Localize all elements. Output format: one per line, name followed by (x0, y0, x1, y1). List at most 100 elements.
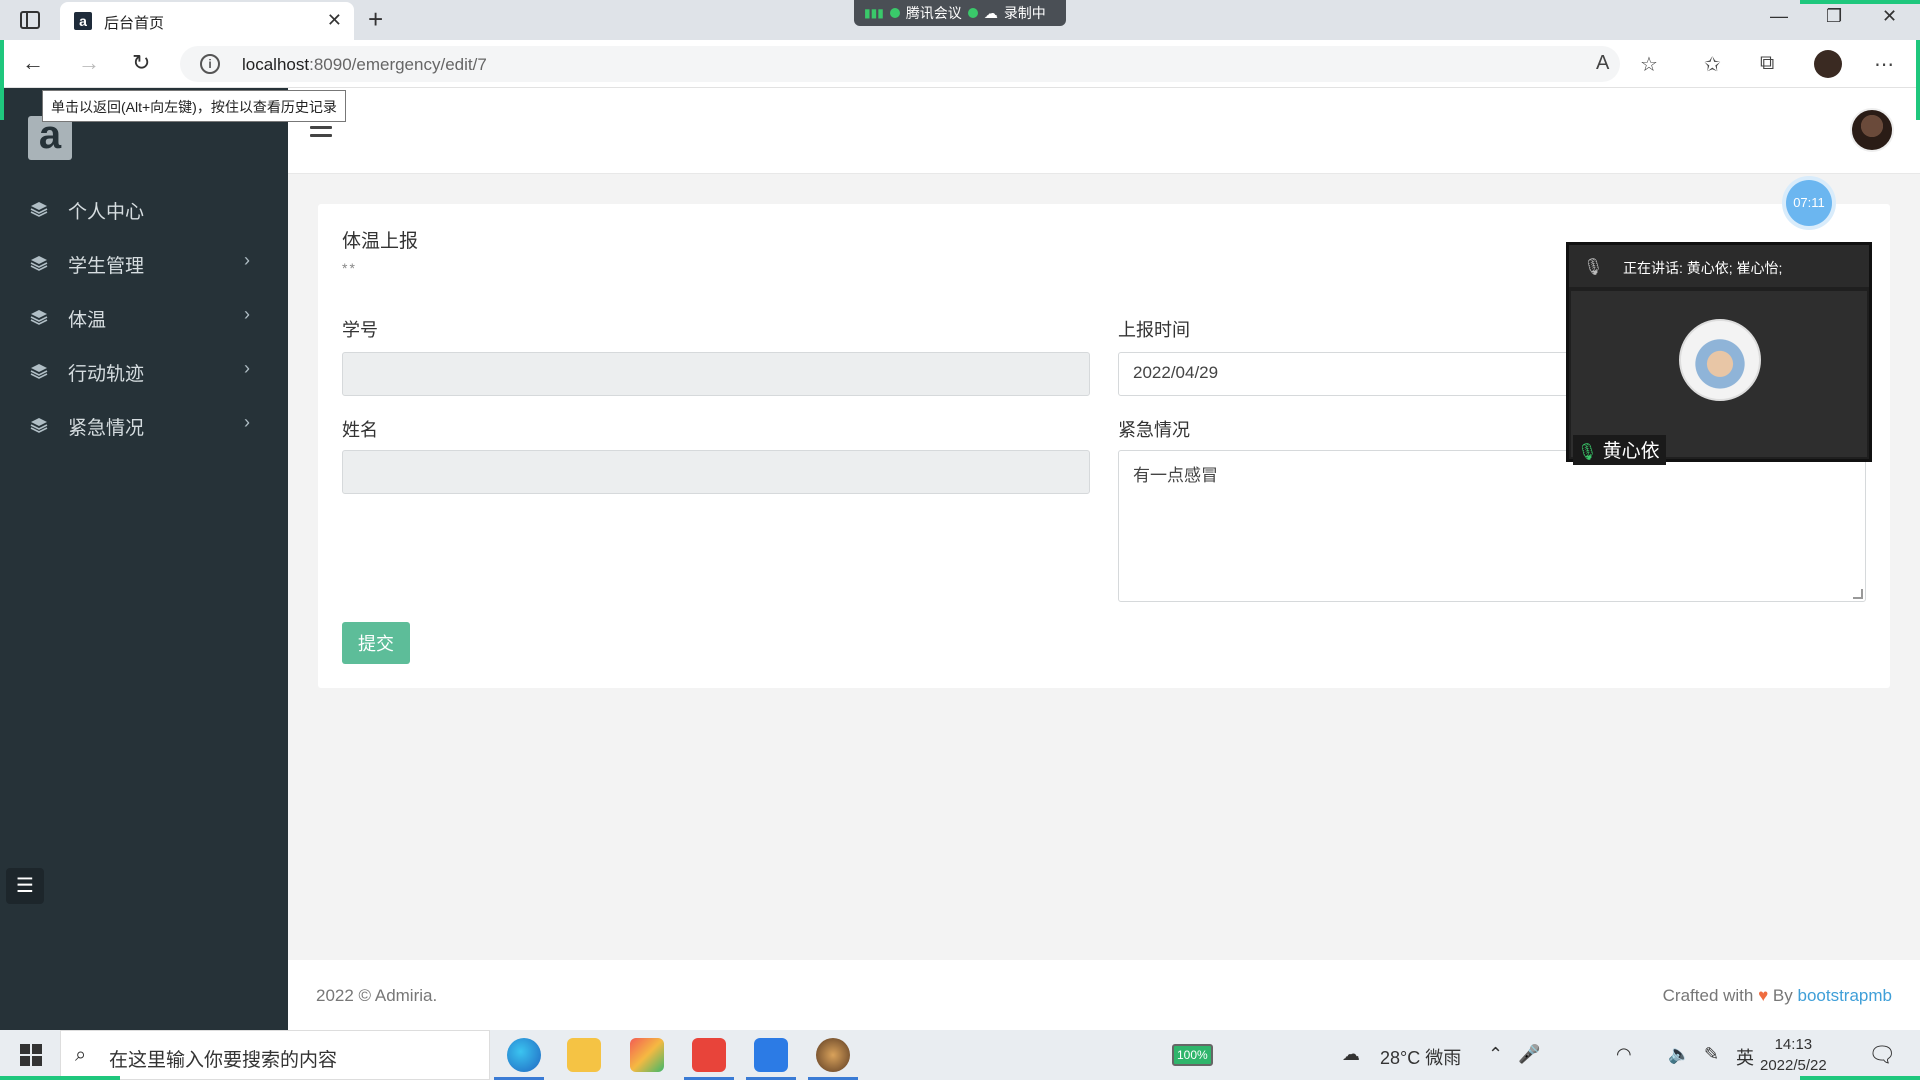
search-icon: ⌕ (75, 1044, 87, 1066)
microphone-icon: 🎙 (1583, 259, 1604, 276)
clock-time: 14:13 (1774, 1036, 1813, 1053)
notification-icon[interactable]: 🗨 (1868, 1042, 1896, 1068)
url-field[interactable]: i localhost:8090/emergency/edit/7 (180, 46, 1620, 82)
edge-browser-icon[interactable] (507, 1038, 541, 1072)
sidebar: a 个人中心 学生管理 › 体温 › 行动轨迹 › 紧急情况 › ☰ (0, 88, 288, 1030)
layers-icon (30, 256, 48, 271)
sidebar-item-students[interactable]: 学生管理 › (0, 236, 288, 290)
resize-handle-icon[interactable] (1853, 589, 1863, 599)
recording-frame-bottom-left (0, 1076, 120, 1080)
ime-indicator[interactable]: 英 (1736, 1044, 1754, 1070)
site-info-icon[interactable]: i (200, 54, 220, 74)
taskbar-search-input[interactable]: ⌕ 在这里输入你要搜索的内容 (60, 1030, 490, 1080)
meeting-speaking-bar: 🎙 正在讲话: 黄心依; 崔心怡; (1569, 245, 1869, 287)
browser-tab-bar: a 后台首页 ✕ + ▮▮▮ 腾讯会议 ☁ 录制中 — ❐ ✕ (0, 0, 1920, 40)
form-subtitle: ** (342, 260, 357, 276)
layers-icon (30, 202, 48, 217)
collections-icon[interactable]: ⧉ (1760, 52, 1774, 75)
report-time-label: 上报时间 (1118, 320, 1190, 340)
battery-indicator[interactable]: 100% (1172, 1044, 1213, 1066)
taskbar-search-placeholder: 在这里输入你要搜索的内容 (109, 1050, 338, 1071)
add-favorite-icon[interactable]: ☆ (1640, 52, 1658, 77)
layers-icon (30, 418, 48, 433)
browser-address-bar: ← → ↻ i localhost:8090/emergency/edit/7 … (0, 40, 1920, 88)
browser-tab[interactable]: a 后台首页 ✕ (60, 2, 354, 40)
crafted-text: Crafted with (1662, 986, 1754, 1005)
windows-start-icon[interactable] (20, 1044, 42, 1066)
window-close-icon[interactable]: ✕ (1882, 6, 1897, 27)
sidebar-item-emergency[interactable]: 紧急情况 › (0, 398, 288, 452)
url-path: :8090/emergency/edit/7 (309, 55, 487, 74)
microphone-icon[interactable]: 🎤 (1518, 1044, 1540, 1065)
back-button-tooltip: 单击以返回(Alt+向左键)，按住以查看历史记录 (42, 90, 346, 122)
app-logo[interactable]: a (28, 115, 72, 160)
by-text: By (1772, 986, 1793, 1005)
layers-icon (30, 310, 48, 325)
sidebar-item-label: 紧急情况 (68, 418, 145, 439)
meeting-timer[interactable]: 07:11 (1786, 180, 1832, 226)
new-tab-icon[interactable]: + (368, 4, 383, 35)
student-id-field[interactable] (342, 352, 1090, 396)
sidebar-item-temperature[interactable]: 体温 › (0, 290, 288, 344)
meeting-video-panel[interactable]: 🎙 正在讲话: 黄心依; 崔心怡; 🎙 黄心依 (1566, 242, 1872, 465)
participant-avatar (1679, 319, 1761, 401)
crafted-by: Crafted with ♥ By bootstrapmb (1663, 986, 1892, 1006)
restore-icon[interactable]: ❐ (1826, 6, 1842, 27)
participant-video: 🎙 黄心依 (1571, 291, 1867, 465)
read-aloud-icon[interactable]: A͏ (1596, 52, 1609, 75)
copyright-text: 2022 © Admiria. (316, 986, 438, 1005)
back-arrow-icon[interactable]: ← (22, 50, 44, 76)
emergency-text: 有一点感冒 (1133, 466, 1218, 485)
game-app-icon[interactable] (816, 1038, 850, 1072)
reload-icon[interactable]: ↻ (132, 50, 150, 76)
url-text: localhost:8090/emergency/edit/7 (242, 55, 487, 75)
recording-frame-right (1916, 40, 1920, 120)
layers-icon (30, 364, 48, 379)
recording-frame-left (0, 40, 4, 120)
file-explorer-icon[interactable] (567, 1038, 601, 1072)
list-toggle-icon[interactable]: ☰ (6, 868, 44, 904)
profile-avatar[interactable] (1814, 50, 1842, 78)
pen-icon[interactable]: ✎ (1704, 1044, 1719, 1065)
recording-dot-icon (967, 8, 978, 18)
volume-icon[interactable]: 🔈 (1668, 1044, 1690, 1065)
submit-button[interactable]: 提交 (342, 622, 410, 664)
network-icon[interactable]: ◠ (1616, 1044, 1632, 1065)
form-title: 体温上报 (342, 231, 419, 252)
participant-name-tag: 🎙 黄心依 (1573, 435, 1666, 465)
top-header (288, 88, 1920, 174)
weather-text[interactable]: 28°C 微雨 (1380, 1044, 1461, 1070)
signal-icon: ▮▮▮ (864, 6, 884, 20)
chevron-right-icon: › (244, 250, 250, 270)
site-favicon-icon: a (74, 12, 92, 30)
participant-name: 黄心依 (1602, 441, 1660, 462)
show-hidden-icons-icon[interactable]: ⌃ (1488, 1044, 1503, 1065)
sidebar-item-label: 体温 (68, 310, 107, 331)
bootstrapmb-link[interactable]: bootstrapmb (1798, 986, 1893, 1005)
sidebar-item-label: 行动轨迹 (68, 364, 145, 385)
system-clock[interactable]: 14:13 2022/5/22 (1760, 1034, 1827, 1076)
meeting-dot-icon (889, 8, 900, 18)
recording-label: 录制中 (1003, 5, 1046, 21)
more-menu-icon[interactable]: ⋯ (1874, 52, 1894, 77)
minimize-icon[interactable]: — (1770, 6, 1788, 27)
recording-frame-top (1800, 0, 1920, 4)
sidebar-item-tracks[interactable]: 行动轨迹 › (0, 344, 288, 398)
page-footer: 2022 © Admiria. Crafted with ♥ By bootst… (288, 960, 1920, 1030)
close-tab-icon[interactable]: ✕ (327, 10, 342, 31)
name-field[interactable] (342, 450, 1090, 494)
emergency-textarea[interactable]: 有一点感冒 (1118, 450, 1866, 602)
sidebar-item-label: 学生管理 (68, 256, 145, 277)
favorites-icon[interactable]: ✩ (1704, 52, 1721, 77)
heart-icon: ♥ (1758, 986, 1769, 1005)
meeting-status-pill[interactable]: ▮▮▮ 腾讯会议 ☁ 录制中 (854, 0, 1066, 26)
wps-office-icon[interactable] (692, 1038, 726, 1072)
forward-arrow-icon[interactable]: → (78, 50, 100, 76)
student-id-label: 学号 (342, 320, 378, 340)
color-app-icon[interactable] (630, 1038, 664, 1072)
tencent-meeting-icon[interactable] (754, 1038, 788, 1072)
url-host: localhost (242, 55, 310, 74)
sidebar-item-profile[interactable]: 个人中心 (0, 182, 288, 236)
tab-actions-icon[interactable] (18, 8, 42, 32)
user-avatar[interactable] (1850, 108, 1894, 152)
